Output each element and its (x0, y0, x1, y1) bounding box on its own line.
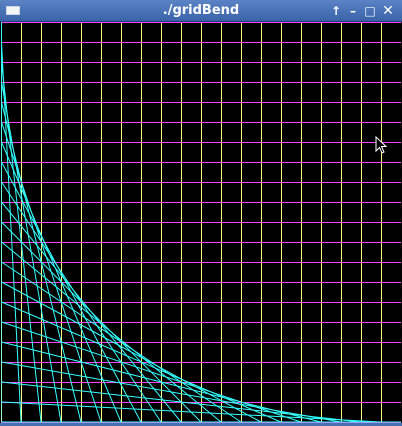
minimize-icon[interactable]: – (345, 3, 361, 19)
close-icon[interactable]: ✕ (380, 3, 396, 19)
title-bar[interactable]: ./gridBend ↑ – □ ✕ (0, 0, 402, 22)
bend-line (1, 401, 382, 423)
arrow-up-icon[interactable]: ↑ (328, 3, 344, 19)
app-window: ./gridBend ↑ – □ ✕ (0, 0, 402, 426)
grid-bend-drawing (1, 22, 401, 423)
bend-line (1, 361, 342, 423)
maximize-icon[interactable]: □ (362, 3, 378, 19)
window-menu-icon[interactable] (6, 6, 20, 15)
bend-line (1, 22, 2, 423)
drawing-canvas[interactable] (1, 22, 401, 424)
mouse-cursor-icon (375, 136, 387, 154)
